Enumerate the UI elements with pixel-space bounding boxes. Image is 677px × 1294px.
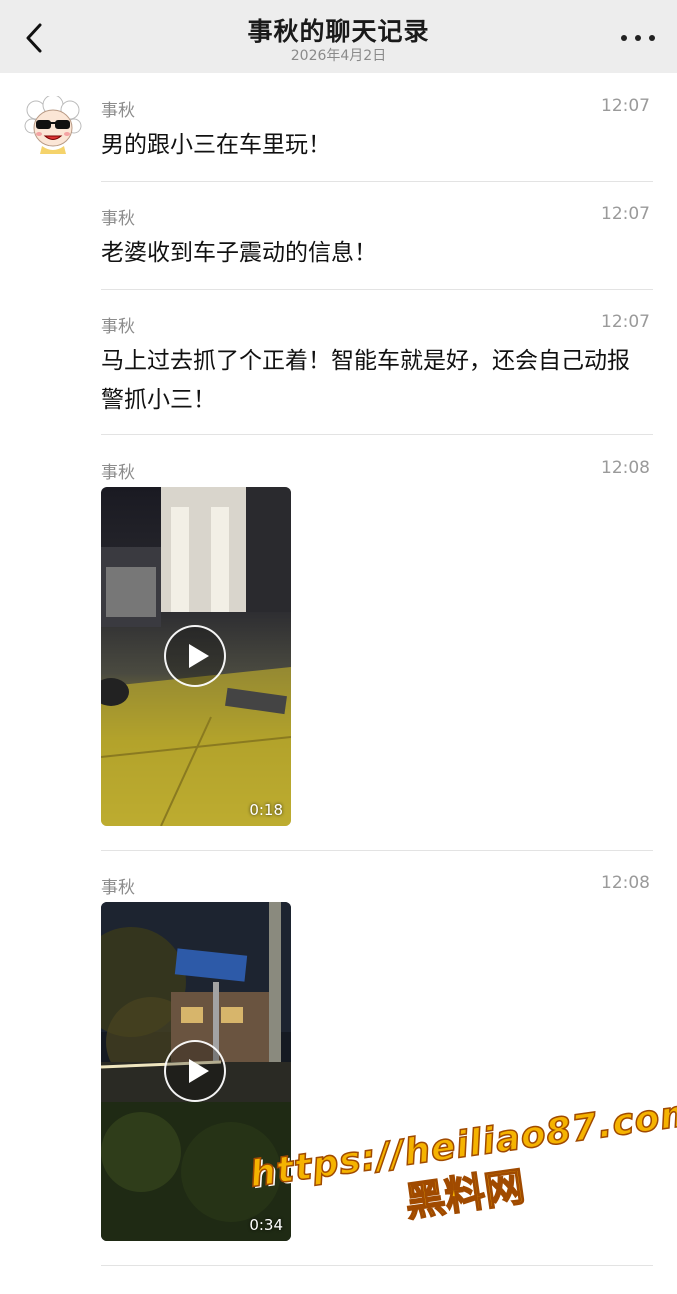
message-item: 事秋 12:07 马上过去抓了个正着！智能车就是好，还会自己动报警抓小三！ [101,312,653,413]
message-time: 12:08 [601,458,650,478]
divider [101,850,653,851]
play-icon[interactable] [164,1040,226,1102]
sender-name: 事秋 [101,878,135,898]
sender-name: 事秋 [101,463,135,483]
avatar[interactable] [24,96,82,154]
message-text[interactable]: 马上过去抓了个正着！智能车就是好，还会自己动报警抓小三！ [101,342,636,420]
message-time: 12:07 [601,204,650,224]
divider [101,289,653,290]
message-item: 事秋 12:08 [101,458,653,488]
watermark: https://heiliao87.com 黑料网 [247,1091,677,1293]
sender-name: 事秋 [101,317,135,337]
sender-name: 事秋 [101,101,135,121]
divider [101,181,653,182]
message-text[interactable]: 老婆收到车子震动的信息！ [101,234,646,273]
divider [101,434,653,435]
sender-name: 事秋 [101,209,135,229]
top-bar: 事秋的聊天记录 2026年4月2日 [0,0,677,73]
message-time: 12:07 [601,312,650,332]
play-icon[interactable] [164,625,226,687]
chat-date: 2026年4月2日 [290,48,387,64]
message-time: 12:08 [601,873,650,893]
more-options-button[interactable] [621,28,655,48]
video-thumbnail[interactable]: 0:18 [101,487,291,826]
sheep-avatar-icon [24,96,82,154]
message-text[interactable]: 男的跟小三在车里玩！ [101,126,646,165]
message-item: 事秋 12:08 [101,873,653,903]
message-item: 事秋 12:07 男的跟小三在车里玩！ [101,96,653,158]
message-item: 事秋 12:07 老婆收到车子震动的信息！ [101,204,653,266]
video-duration: 0:18 [249,801,283,819]
message-time: 12:07 [601,96,650,116]
more-dots-icon [621,35,627,41]
page-title: 事秋的聊天记录 [247,17,430,46]
